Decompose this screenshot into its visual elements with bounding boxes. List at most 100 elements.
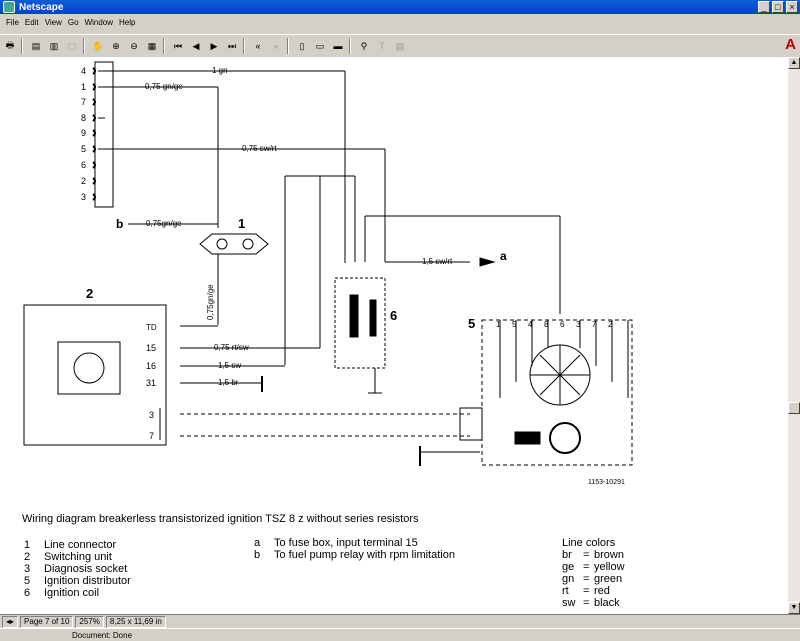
actual-size-icon[interactable]: ▯ [294, 38, 310, 54]
pin-label: 4 [81, 66, 86, 76]
wire-label: 0,75 sw/rt [242, 144, 277, 153]
close-button[interactable]: × [786, 1, 798, 13]
distributor-pin: 8 [544, 320, 549, 329]
wire-label: 1,5 sw [218, 361, 241, 370]
color-abbr: br [562, 549, 572, 561]
legend-text: Switching unit [44, 551, 112, 563]
bookmarks-icon[interactable]: ▥ [46, 38, 62, 54]
nav-arrows-icon[interactable]: ◂▸ [2, 616, 19, 628]
label-1: 1 [238, 216, 245, 231]
ignition-coil-6 [334, 277, 386, 369]
wire-label: 1,5 br [218, 378, 239, 387]
label-a: a [500, 249, 507, 263]
adobe-logo: A [785, 36, 796, 53]
wire-label: 0,75gn/ge [146, 219, 182, 228]
legend-text: Ignition distributor [44, 575, 131, 587]
distributor-pin: 1 [496, 320, 501, 329]
window-title: Netscape [19, 1, 64, 13]
page-indicator[interactable]: Page 7 of 10 [20, 616, 74, 628]
color-sep: = [583, 597, 589, 609]
wire-label: 0,75 gn/ge [145, 82, 183, 91]
go-back-icon[interactable]: « [250, 38, 266, 54]
distributor-pin: 5 [512, 320, 517, 329]
pin-label: 9 [81, 128, 86, 138]
last-page-icon[interactable]: ⏭ [224, 38, 240, 54]
color-name: black [594, 597, 620, 609]
find-icon[interactable]: ⚲ [356, 38, 372, 54]
legend-text: Diagnosis socket [44, 563, 127, 575]
color-name: red [594, 585, 610, 597]
hand-icon[interactable]: ✋ [90, 38, 106, 54]
pin-label: 6 [81, 160, 86, 170]
fit-page-icon[interactable]: ▭ [312, 38, 328, 54]
pdf-document-view[interactable]: 4 1 7 8 9 5 6 2 3 1 gn 0,75 gn/ge 0,75 s… [0, 57, 788, 614]
pin-3-label: 3 [149, 410, 154, 420]
zoom-indicator[interactable]: 257% [75, 616, 104, 628]
menu-view[interactable]: View [45, 18, 62, 27]
first-page-icon[interactable]: ⏮ [170, 38, 186, 54]
maximize-button[interactable]: □ [772, 1, 784, 13]
thumbnails-icon[interactable]: ▤ [28, 38, 44, 54]
select-icon[interactable]: ▦ [144, 38, 160, 54]
menu-go[interactable]: Go [68, 18, 79, 27]
scroll-up-icon[interactable]: ▲ [788, 57, 800, 69]
next-page-icon[interactable]: ▶ [206, 38, 222, 54]
scroll-down-icon[interactable]: ▼ [788, 602, 800, 614]
line-connector-1 [199, 233, 269, 255]
pin-15-label: 15 [146, 343, 156, 353]
color-sep: = [583, 585, 589, 597]
legend-number: 6 [24, 587, 30, 599]
switching-unit-2 [23, 304, 167, 446]
legend-number: 2 [24, 551, 30, 563]
connector-block [94, 61, 114, 208]
title-bar: Netscape _ □ × [0, 0, 800, 14]
menu-bar: File Edit View Go Window Help [0, 14, 800, 30]
graphics-select-icon[interactable]: ▧ [392, 38, 408, 54]
go-forward-icon[interactable]: » [268, 38, 284, 54]
status-message: Document: Done [72, 630, 133, 640]
text-select-icon[interactable]: T [374, 38, 390, 54]
color-abbr: sw [562, 597, 576, 609]
pin-label: 3 [81, 192, 86, 202]
zoom-in-icon[interactable]: ⊕ [108, 38, 124, 54]
color-name: green [594, 573, 622, 585]
wire-label: 1,5 sw/rt [422, 257, 453, 266]
pin-label: 7 [81, 97, 86, 107]
legend-text: Ignition coil [44, 587, 99, 599]
distributor-5 [481, 319, 633, 466]
color-abbr: ge [562, 561, 574, 573]
legend-text: To fuse box, input terminal 15 [274, 537, 418, 549]
pin-label: 1 [81, 82, 86, 92]
wire-label: 0,75gn/ge [206, 284, 215, 320]
print-icon[interactable]: 🖶 [2, 38, 18, 54]
pin-label: 8 [81, 113, 86, 123]
color-name: brown [594, 549, 624, 561]
wiring-diagram: 4 1 7 8 9 5 6 2 3 1 gn 0,75 gn/ge 0,75 s… [22, 61, 633, 609]
distributor-pin: 7 [592, 320, 597, 329]
color-name: yellow [594, 561, 625, 573]
pdf-status-bar: ◂▸ Page 7 of 10 257% 8,25 x 11,69 in [0, 614, 800, 629]
zoom-out-icon[interactable]: ⊖ [126, 38, 142, 54]
distributor-pin: 6 [560, 320, 565, 329]
page-size-indicator: 8,25 x 11,69 in [105, 616, 166, 628]
connector-pins [92, 67, 96, 201]
pin-31-label: 31 [146, 378, 156, 388]
scroll-thumb[interactable] [788, 402, 800, 414]
menu-file[interactable]: File [6, 18, 19, 27]
minimize-button[interactable]: _ [758, 1, 770, 13]
menu-window[interactable]: Window [85, 18, 113, 27]
vertical-scrollbar[interactable]: ▲ ▼ [788, 57, 800, 614]
netscape-icon [3, 1, 15, 13]
label-5: 5 [468, 316, 475, 331]
color-sep: = [583, 561, 589, 573]
document-icon[interactable]: ▢ [64, 38, 80, 54]
pin-label: 2 [81, 176, 86, 186]
color-abbr: gn [562, 573, 574, 585]
previous-page-icon[interactable]: ◀ [188, 38, 204, 54]
menu-edit[interactable]: Edit [25, 18, 39, 27]
fit-width-icon[interactable]: ▬ [330, 38, 346, 54]
pin-td-label: TD [146, 323, 157, 332]
menu-help[interactable]: Help [119, 18, 135, 27]
legend-number: 3 [24, 563, 30, 575]
diagram-caption: Wiring diagram breakerless transistorize… [22, 513, 419, 525]
